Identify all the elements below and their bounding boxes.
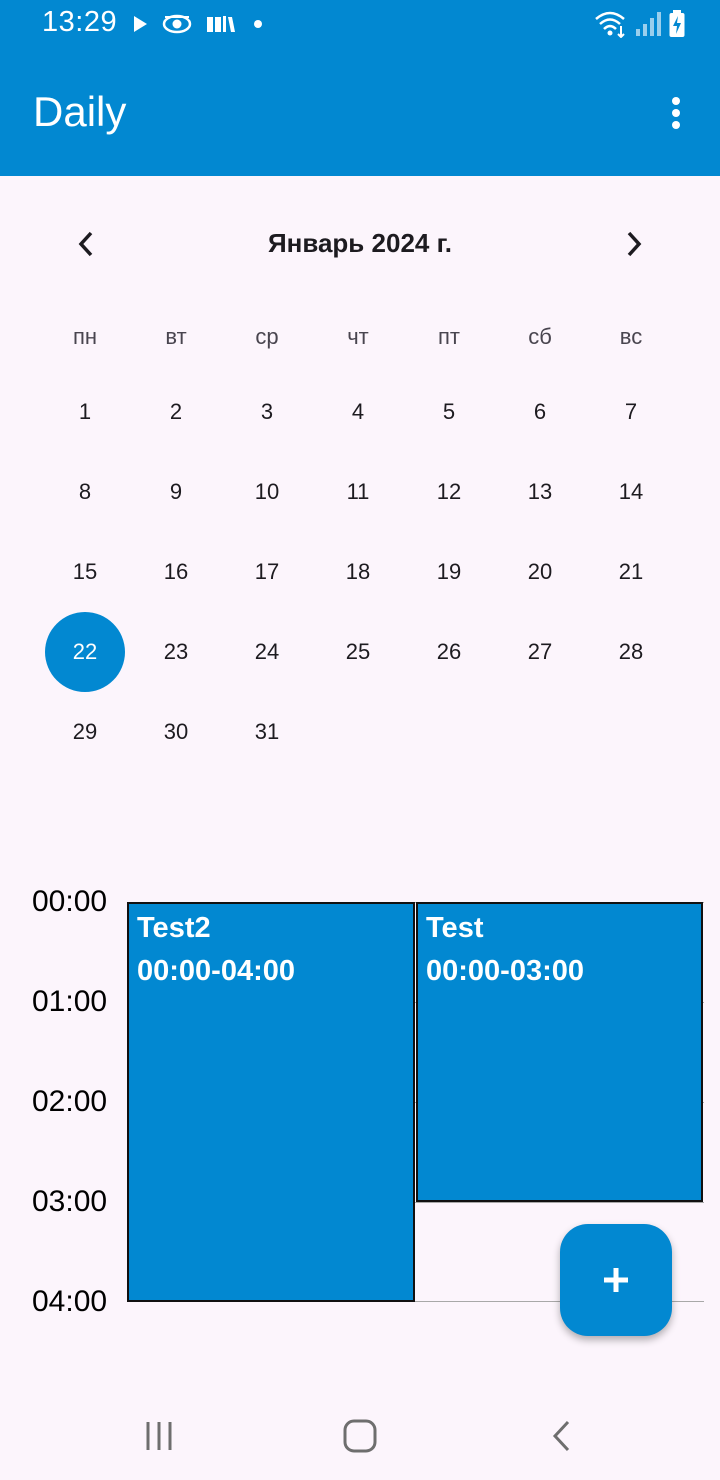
hour-label: 02:00: [32, 1085, 108, 1118]
weekday-label: пт: [438, 324, 460, 349]
status-icons-left: [132, 8, 266, 40]
previous-month-button[interactable]: [56, 214, 116, 274]
dot-icon: [254, 20, 262, 28]
recents-icon: [146, 1422, 172, 1450]
signal-icon: [636, 12, 661, 36]
calendar-day[interactable]: 4: [318, 372, 398, 452]
home-icon: [343, 1419, 377, 1453]
calendar-day[interactable]: 5: [409, 372, 489, 452]
calendar-day[interactable]: 3: [227, 372, 307, 452]
calendar-day[interactable]: 17: [227, 532, 307, 612]
system-nav-bar: [0, 1392, 720, 1480]
calendar-day[interactable]: 24: [227, 612, 307, 692]
status-icons-right: [594, 6, 686, 42]
calendar-day[interactable]: 2: [136, 372, 216, 452]
battery-charging-icon: [669, 10, 685, 37]
calendar-day-selected[interactable]: 22: [45, 612, 125, 692]
home-button[interactable]: [330, 1406, 390, 1466]
plus-icon: [604, 1268, 628, 1292]
calendar-day[interactable]: 20: [500, 532, 580, 612]
calendar-day[interactable]: 1: [45, 372, 125, 452]
event-block[interactable]: Test2 00:00-04:00: [127, 902, 415, 1302]
weekday-label: вт: [165, 324, 187, 349]
event-time: 00:00-04:00: [137, 955, 295, 987]
hour-label: 04:00: [32, 1285, 108, 1318]
add-event-button[interactable]: [560, 1224, 672, 1336]
weekday-label: вс: [619, 324, 643, 349]
calendar-day[interactable]: 13: [500, 452, 580, 532]
event-block[interactable]: Test 00:00-03:00: [416, 902, 703, 1202]
calendar-day[interactable]: 12: [409, 452, 489, 532]
calendar-day[interactable]: 29: [45, 692, 125, 772]
page-title: Daily: [33, 88, 127, 135]
calendar-header: Январь 2024 г.: [0, 214, 720, 274]
weekday-label: ср: [255, 324, 279, 349]
chevron-right-icon: [627, 231, 642, 257]
calendar-day[interactable]: 16: [136, 532, 216, 612]
chevron-left-icon: [78, 231, 93, 257]
calendar-day[interactable]: 19: [409, 532, 489, 612]
weekday-label: сб: [528, 324, 552, 349]
calendar-day[interactable]: 14: [591, 452, 671, 532]
recents-button[interactable]: [129, 1406, 189, 1466]
calendar-day[interactable]: 28: [591, 612, 671, 692]
calendar-day[interactable]: 30: [136, 692, 216, 772]
next-month-button[interactable]: [604, 214, 664, 274]
weekday-label: пн: [72, 324, 98, 349]
calendar-day[interactable]: 8: [45, 452, 125, 532]
event-title: Test2: [137, 912, 211, 944]
calendar-day[interactable]: 25: [318, 612, 398, 692]
more-options-button[interactable]: [652, 86, 700, 140]
hour-label: 00:00: [32, 885, 108, 918]
status-time: 13:29: [42, 6, 118, 38]
calendar-day[interactable]: 31: [227, 692, 307, 772]
back-icon: [552, 1420, 570, 1452]
weekday-label: чт: [347, 324, 369, 349]
calendar-day[interactable]: 18: [318, 532, 398, 612]
calendar-day[interactable]: 26: [409, 612, 489, 692]
month-title: Январь 2024 г.: [267, 228, 453, 258]
calendar-day[interactable]: 15: [45, 532, 125, 612]
calendar-day[interactable]: 10: [227, 452, 307, 532]
eye-icon: [162, 14, 192, 34]
calendar-day[interactable]: 6: [500, 372, 580, 452]
event-title: Test: [426, 912, 484, 944]
library-icon: [207, 16, 235, 32]
wifi-icon: [595, 11, 625, 38]
calendar-day[interactable]: 7: [591, 372, 671, 452]
more-vert-icon: [672, 97, 680, 129]
back-button[interactable]: [531, 1406, 591, 1466]
calendar-day[interactable]: 11: [318, 452, 398, 532]
event-time: 00:00-03:00: [426, 955, 584, 987]
play-icon: [134, 16, 147, 32]
app-bar: 13:29 Daily: [0, 0, 720, 176]
hour-label: 03:00: [32, 1185, 108, 1218]
calendar-day[interactable]: 21: [591, 532, 671, 612]
calendar-day[interactable]: 27: [500, 612, 580, 692]
hour-label: 01:00: [32, 985, 108, 1018]
calendar-day[interactable]: 9: [136, 452, 216, 532]
calendar-day[interactable]: 23: [136, 612, 216, 692]
